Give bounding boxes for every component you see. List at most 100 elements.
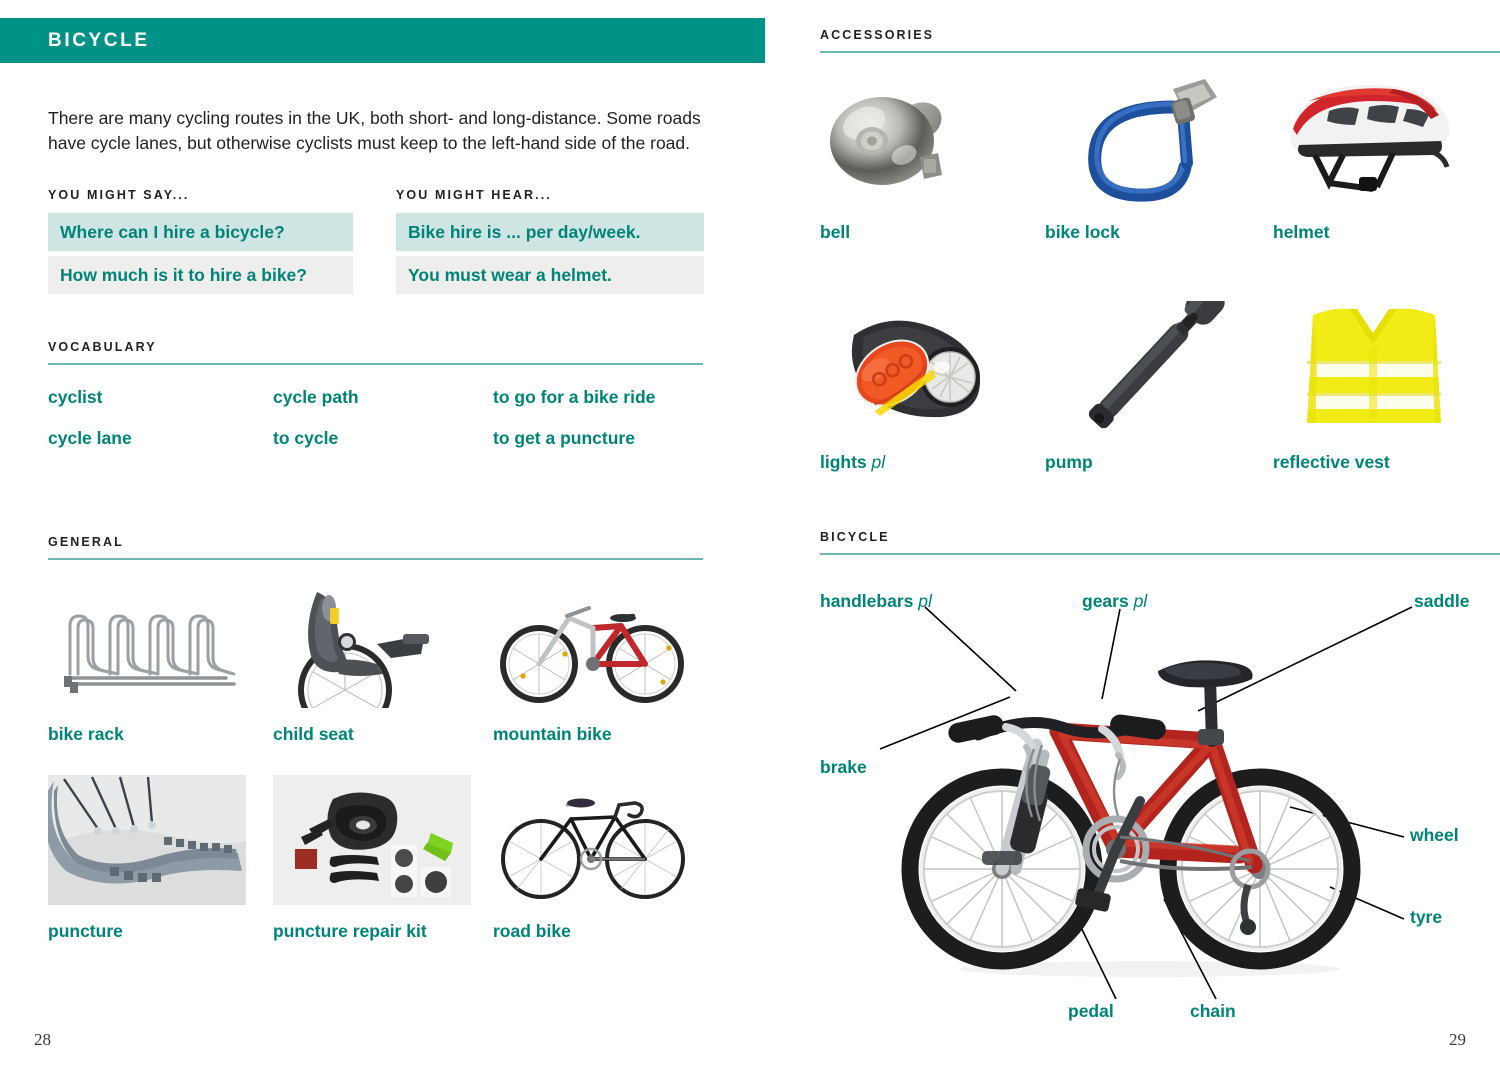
diagram-label-text: saddle xyxy=(1414,590,1470,611)
chapter-title: BICYCLE xyxy=(48,29,150,51)
accessory-caption: reflective vest xyxy=(1273,452,1500,473)
phrases-you-might-say: YOU MIGHT SAY... Where can I hire a bicy… xyxy=(48,188,353,299)
general-item-puncture: puncture xyxy=(48,774,273,942)
general-item-mountain-bike: mountain bike xyxy=(493,578,703,745)
general-item-road-bike: road bike xyxy=(493,775,703,942)
labelled-bicycle-diagram: handlebars pl gears pl saddle brake whee… xyxy=(820,569,1500,1021)
page-number-left: 28 xyxy=(34,1030,51,1049)
general-caption: road bike xyxy=(493,920,571,941)
accessory-label: bike lock xyxy=(1045,221,1120,242)
diagram-label-text: brake xyxy=(820,756,867,777)
helmet-photo xyxy=(1273,71,1478,206)
diagram-label-wheel: wheel xyxy=(1410,825,1459,846)
right-page: ACCESSORIES bell bike lock helmet lights… xyxy=(820,0,1500,1078)
accessory-caption: bell xyxy=(820,222,1045,243)
general-grid-row-2: puncture puncture repair kit road bike xyxy=(48,774,703,942)
vocabulary-item: cyclist xyxy=(48,386,103,407)
lights-photo xyxy=(820,301,1025,436)
vocabulary-item: to cycle xyxy=(273,427,339,448)
section-rule xyxy=(820,51,1500,53)
accessory-caption: pump xyxy=(1045,452,1273,473)
accessory-label: pump xyxy=(1045,451,1093,472)
accessory-label: reflective vest xyxy=(1273,451,1390,472)
diagram-label-text: chain xyxy=(1190,1000,1236,1021)
accessory-item-pump: pump xyxy=(1045,283,1273,473)
accessory-item-bell: bell xyxy=(820,71,1045,243)
general-item-bike-rack: bike rack xyxy=(48,578,273,745)
diagram-label-text: tyre xyxy=(1410,906,1443,927)
vocabulary-section: VOCABULARY cyclist cycle path to go for … xyxy=(48,340,703,449)
general-item-child-seat: child seat xyxy=(273,578,493,745)
vocabulary-item: cycle lane xyxy=(48,427,132,448)
chapter-banner: BICYCLE xyxy=(0,18,765,63)
diagram-label-suffix: pl xyxy=(1133,590,1148,611)
general-caption: child seat xyxy=(273,723,354,744)
diagram-label-brake: brake xyxy=(820,757,867,778)
section-rule xyxy=(48,558,703,560)
bike-lock-photo xyxy=(1045,71,1250,206)
diagram-label-suffix: pl xyxy=(918,590,932,611)
accessories-heading: ACCESSORIES xyxy=(820,28,935,42)
vocabulary-grid: cyclist cycle path to go for a bike ride… xyxy=(48,387,703,449)
diagram-label-gears: gears pl xyxy=(1082,591,1147,612)
diagram-label-handlebars: handlebars pl xyxy=(820,591,932,612)
general-caption: bike rack xyxy=(48,723,124,744)
phrase-row: Where can I hire a bicycle? xyxy=(48,213,353,251)
road-bike-photo xyxy=(493,775,691,905)
accessory-suffix: pl xyxy=(871,451,886,472)
phrases-you-might-hear: YOU MIGHT HEAR... Bike hire is ... per d… xyxy=(396,188,704,299)
diagram-label-chain: chain xyxy=(1190,1001,1236,1022)
intro-paragraph: There are many cycling routes in the UK,… xyxy=(48,107,701,154)
general-caption: puncture repair kit xyxy=(273,920,427,941)
phrase-row: You must wear a helmet. xyxy=(396,256,704,294)
accessory-label: bell xyxy=(820,221,851,242)
diagram-label-text: wheel xyxy=(1410,824,1459,845)
phrases-say-heading: YOU MIGHT SAY... xyxy=(48,188,190,202)
phrases-hear-heading: YOU MIGHT HEAR... xyxy=(396,188,552,202)
bike-rack-photo xyxy=(48,578,246,708)
section-rule xyxy=(820,553,1500,555)
bicycle-diagram-section: BICYCLE handlebars pl gears pl saddle br… xyxy=(820,530,1500,1021)
accessory-item-bike-lock: bike lock xyxy=(1045,71,1273,243)
accessories-grid-row-2: lights pl pump reflective vest xyxy=(820,283,1500,473)
vocabulary-item: to get a puncture xyxy=(493,427,635,448)
pump-photo xyxy=(1045,283,1250,436)
reflective-vest-photo xyxy=(1273,301,1478,436)
accessory-caption: helmet xyxy=(1273,222,1500,243)
diagram-label-tyre: tyre xyxy=(1410,907,1442,928)
vocabulary-item: cycle path xyxy=(273,386,359,407)
accessory-item-helmet: helmet xyxy=(1273,71,1500,243)
accessories-section: ACCESSORIES bell bike lock helmet lights… xyxy=(820,28,1500,473)
vocabulary-item: to go for a bike ride xyxy=(493,386,656,407)
page-number-right: 29 xyxy=(1449,1030,1466,1049)
general-section: GENERAL bike rack child seat mountain bi… xyxy=(48,535,703,942)
diagram-label-pedal: pedal xyxy=(1068,1001,1114,1022)
diagram-label-text: handlebars xyxy=(820,590,914,611)
accessory-caption: lights pl xyxy=(820,452,1045,473)
accessory-caption: bike lock xyxy=(1045,222,1273,243)
general-caption: mountain bike xyxy=(493,723,612,744)
left-page: BICYCLE There are many cycling routes in… xyxy=(0,0,765,1078)
general-item-puncture-repair-kit: puncture repair kit xyxy=(273,774,493,942)
accessory-item-reflective-vest: reflective vest xyxy=(1273,301,1500,473)
book-spread: BICYCLE There are many cycling routes in… xyxy=(0,0,1500,1078)
puncture-photo xyxy=(48,774,246,905)
diagram-label-text: gears xyxy=(1082,590,1129,611)
phrase-row: How much is it to hire a bike? xyxy=(48,256,353,294)
accessory-label: helmet xyxy=(1273,221,1330,242)
diagram-label-saddle: saddle xyxy=(1414,591,1469,612)
accessory-label: lights xyxy=(820,451,867,472)
general-caption: puncture xyxy=(48,920,123,941)
accessories-grid-row-1: bell bike lock helmet xyxy=(820,71,1500,243)
general-grid-row-1: bike rack child seat mountain bike xyxy=(48,578,703,745)
phrase-row: Bike hire is ... per day/week. xyxy=(396,213,704,251)
diagram-label-text: pedal xyxy=(1068,1000,1114,1021)
bell-photo xyxy=(820,71,1025,206)
section-rule xyxy=(48,363,703,365)
general-heading: GENERAL xyxy=(48,535,124,549)
child-seat-photo xyxy=(273,578,471,708)
bicycle-diagram-heading: BICYCLE xyxy=(820,530,890,544)
puncture-repair-kit-photo xyxy=(273,774,471,905)
vocabulary-heading: VOCABULARY xyxy=(48,340,157,354)
accessory-item-lights: lights pl xyxy=(820,301,1045,473)
